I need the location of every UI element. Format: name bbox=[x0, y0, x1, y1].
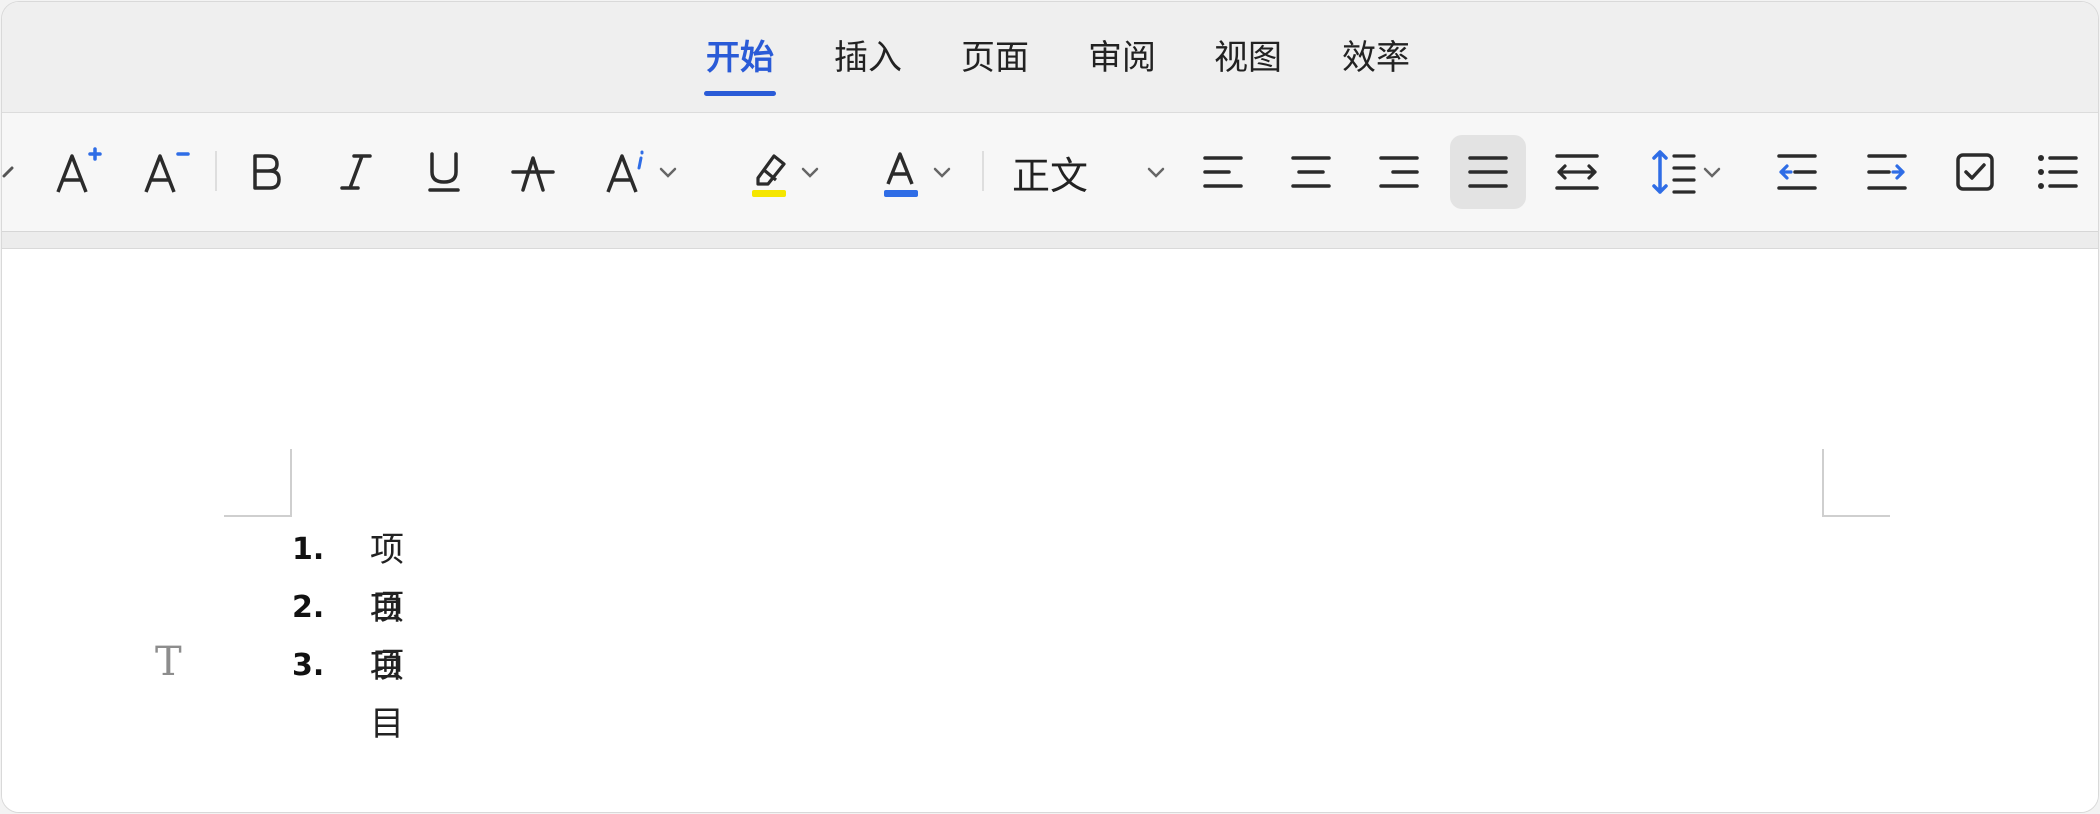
strikethrough-icon bbox=[511, 156, 555, 192]
tab-insert[interactable]: 插入 bbox=[832, 34, 904, 82]
bold-button[interactable] bbox=[234, 135, 298, 209]
increase-font-size-button[interactable] bbox=[46, 135, 110, 209]
align-left-button[interactable] bbox=[1190, 135, 1256, 209]
toolbar-separator bbox=[982, 151, 984, 191]
italic-button[interactable] bbox=[324, 135, 388, 209]
justify-button[interactable] bbox=[1450, 135, 1526, 209]
highlight-dropdown[interactable] bbox=[732, 135, 832, 209]
checklist-button[interactable] bbox=[1942, 135, 2008, 209]
tab-efficiency[interactable]: 效率 bbox=[1340, 34, 1412, 82]
tab-review[interactable]: 审阅 bbox=[1086, 34, 1158, 82]
underline-button[interactable] bbox=[412, 135, 476, 209]
paragraph-style-label: 正文 bbox=[1012, 153, 1089, 198]
increase-font-size-icon bbox=[56, 147, 102, 193]
line-spacing-icon bbox=[1652, 150, 1696, 194]
bullet-list-icon bbox=[2038, 155, 2078, 189]
bold-icon bbox=[253, 154, 281, 190]
page-margin-corner-right bbox=[1822, 449, 1890, 517]
line-spacing-dropdown[interactable] bbox=[1636, 135, 1736, 209]
decrease-font-size-icon bbox=[144, 152, 190, 193]
chevron-down-icon bbox=[659, 167, 677, 178]
checklist-icon bbox=[1956, 153, 1994, 191]
paragraph-style-dropdown[interactable]: 正文 bbox=[1008, 135, 1168, 209]
align-center-icon bbox=[1291, 156, 1331, 188]
formatting-toolbar: 正文 bbox=[2, 113, 2098, 232]
toolbar-bottom-strip bbox=[2, 232, 2098, 249]
increase-indent-icon bbox=[1867, 154, 1907, 190]
scroll-toolbar-left-button[interactable] bbox=[2, 135, 22, 209]
bullet-list-button[interactable] bbox=[2032, 135, 2098, 209]
font-color-dropdown[interactable] bbox=[864, 135, 964, 209]
list-item-number: 3. bbox=[292, 648, 325, 683]
chevron-down-icon bbox=[801, 167, 819, 178]
align-left-icon bbox=[1203, 156, 1243, 188]
toolbar-separator bbox=[215, 151, 217, 191]
increase-indent-button[interactable] bbox=[1854, 135, 1920, 209]
tab-view[interactable]: 视图 bbox=[1212, 34, 1284, 82]
distributed-icon bbox=[1555, 154, 1599, 190]
justify-icon bbox=[1468, 156, 1508, 188]
chevron-down-icon bbox=[1703, 167, 1721, 178]
document-canvas[interactable]: 1. 项目 2. 项目 3. 项目 T bbox=[2, 249, 2098, 812]
list-item-number: 2. bbox=[292, 590, 325, 625]
distributed-align-button[interactable] bbox=[1544, 135, 1610, 209]
strikethrough-button[interactable] bbox=[500, 135, 566, 209]
active-tab-indicator bbox=[704, 91, 776, 96]
italic-icon bbox=[340, 154, 372, 190]
app-window: 开始 插入 页面 审阅 视图 效率 正文 1. 项目 2. 项目 3. 项目 T bbox=[1, 1, 2099, 813]
text-cursor-icon: T bbox=[155, 639, 182, 685]
tab-page[interactable]: 页面 bbox=[959, 34, 1031, 82]
align-right-button[interactable] bbox=[1366, 135, 1432, 209]
list-item-text: 项目 bbox=[370, 646, 404, 744]
underline-icon bbox=[428, 152, 460, 192]
text-effects-dropdown[interactable] bbox=[590, 135, 690, 209]
tab-home[interactable]: 开始 bbox=[704, 34, 776, 82]
decrease-indent-button[interactable] bbox=[1764, 135, 1830, 209]
chevron-down-icon bbox=[933, 167, 951, 178]
chevron-down-icon bbox=[1147, 167, 1165, 178]
decrease-indent-icon bbox=[1777, 154, 1817, 190]
highlight-icon bbox=[752, 154, 786, 197]
text-effects-icon bbox=[606, 150, 644, 193]
list-item-number: 1. bbox=[292, 532, 325, 567]
decrease-font-size-button[interactable] bbox=[134, 135, 198, 209]
chevron-left-icon bbox=[2, 166, 14, 178]
align-center-button[interactable] bbox=[1278, 135, 1344, 209]
page-margin-corner-left bbox=[224, 449, 292, 517]
align-right-icon bbox=[1379, 156, 1419, 188]
ribbon-tab-bar: 开始 插入 页面 审阅 视图 效率 bbox=[2, 2, 2098, 113]
font-color-icon bbox=[884, 152, 918, 197]
